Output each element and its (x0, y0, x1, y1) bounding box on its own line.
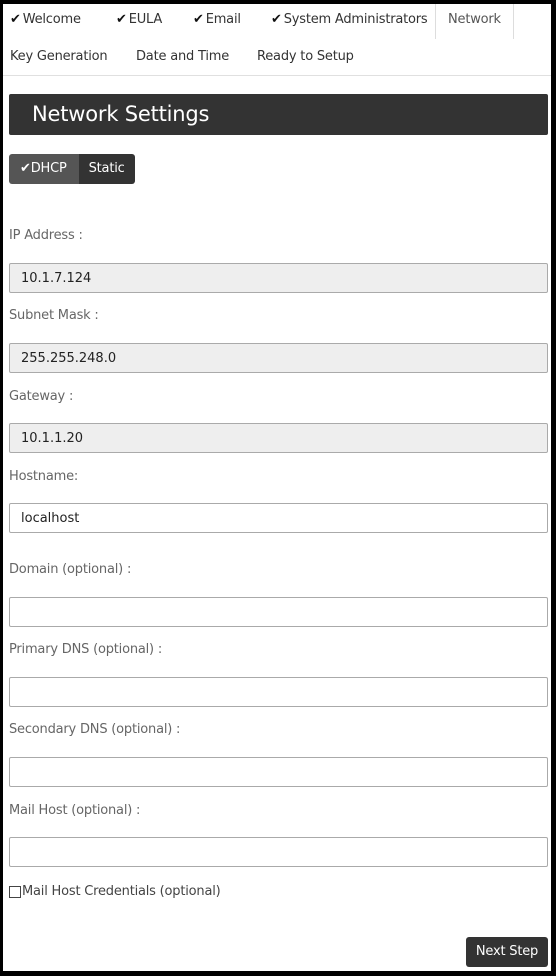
primary-dns-input[interactable] (9, 677, 548, 707)
mail-host-label: Mail Host (optional) : (9, 803, 141, 818)
tab-system-administrators[interactable]: ✔ System Administrators (271, 12, 428, 27)
hostname-input[interactable] (9, 503, 548, 533)
check-icon: ✔ (10, 12, 21, 27)
mail-host-credentials-checkbox[interactable] (9, 885, 21, 898)
network-mode-toggle: ✔DHCP Static (9, 154, 135, 184)
domain-label: Domain (optional) : (9, 562, 132, 577)
secondary-dns-input[interactable] (9, 757, 548, 787)
tab-welcome[interactable]: ✔ Welcome (10, 12, 81, 27)
domain-input[interactable] (9, 597, 548, 627)
tab-label: Network (448, 12, 501, 27)
hostname-label: Hostname: (9, 469, 79, 484)
tab-label: System Administrators (283, 12, 428, 27)
setup-wizard: ✔ Welcome ✔ EULA ✔ Email ✔ System Administra… (3, 4, 551, 971)
tab-date-and-time[interactable]: Date and Time (136, 49, 229, 64)
static-button[interactable]: Static (78, 154, 135, 184)
static-label: Static (88, 161, 125, 176)
tab-ready-to-setup[interactable]: Ready to Setup (257, 49, 354, 64)
tab-label: Date and Time (136, 49, 230, 64)
tab-label: Key Generation (10, 49, 108, 64)
tab-label: Welcome (22, 12, 81, 27)
tab-email[interactable]: ✔ Email (193, 12, 241, 27)
wizard-steps-nav: ✔ Welcome ✔ EULA ✔ Email ✔ System Administra… (3, 4, 551, 76)
tab-label: EULA (128, 12, 163, 27)
check-icon: ✔ (116, 12, 127, 27)
check-icon: ✔ (193, 12, 204, 27)
mail-host-credentials-row: Mail Host Credentials (optional) (9, 884, 221, 899)
primary-dns-label: Primary DNS (optional) : (9, 642, 163, 657)
subnet-mask-label: Subnet Mask : (9, 308, 99, 323)
section-header: Network Settings (9, 94, 548, 135)
ip-address-input[interactable] (9, 263, 548, 293)
subnet-mask-input[interactable] (9, 343, 548, 373)
tab-label: Ready to Setup (257, 49, 354, 64)
tab-key-generation[interactable]: Key Generation (10, 49, 108, 64)
check-icon: ✔ (20, 161, 31, 176)
tab-eula[interactable]: ✔ EULA (116, 12, 162, 27)
dhcp-label: DHCP (30, 161, 67, 176)
mail-host-credentials-label[interactable]: Mail Host Credentials (optional) (22, 884, 221, 899)
gateway-input[interactable] (9, 423, 548, 453)
ip-address-label: IP Address : (9, 228, 83, 243)
check-icon: ✔ (271, 12, 282, 27)
tab-label: Email (205, 12, 241, 27)
mail-host-input[interactable] (9, 837, 548, 867)
tab-network[interactable]: Network (435, 4, 514, 39)
gateway-label: Gateway : (9, 389, 74, 404)
dhcp-button[interactable]: ✔DHCP (9, 154, 79, 184)
next-step-button[interactable]: Next Step (466, 937, 548, 967)
page-title: Network Settings (32, 102, 210, 126)
secondary-dns-label: Secondary DNS (optional) : (9, 722, 181, 737)
